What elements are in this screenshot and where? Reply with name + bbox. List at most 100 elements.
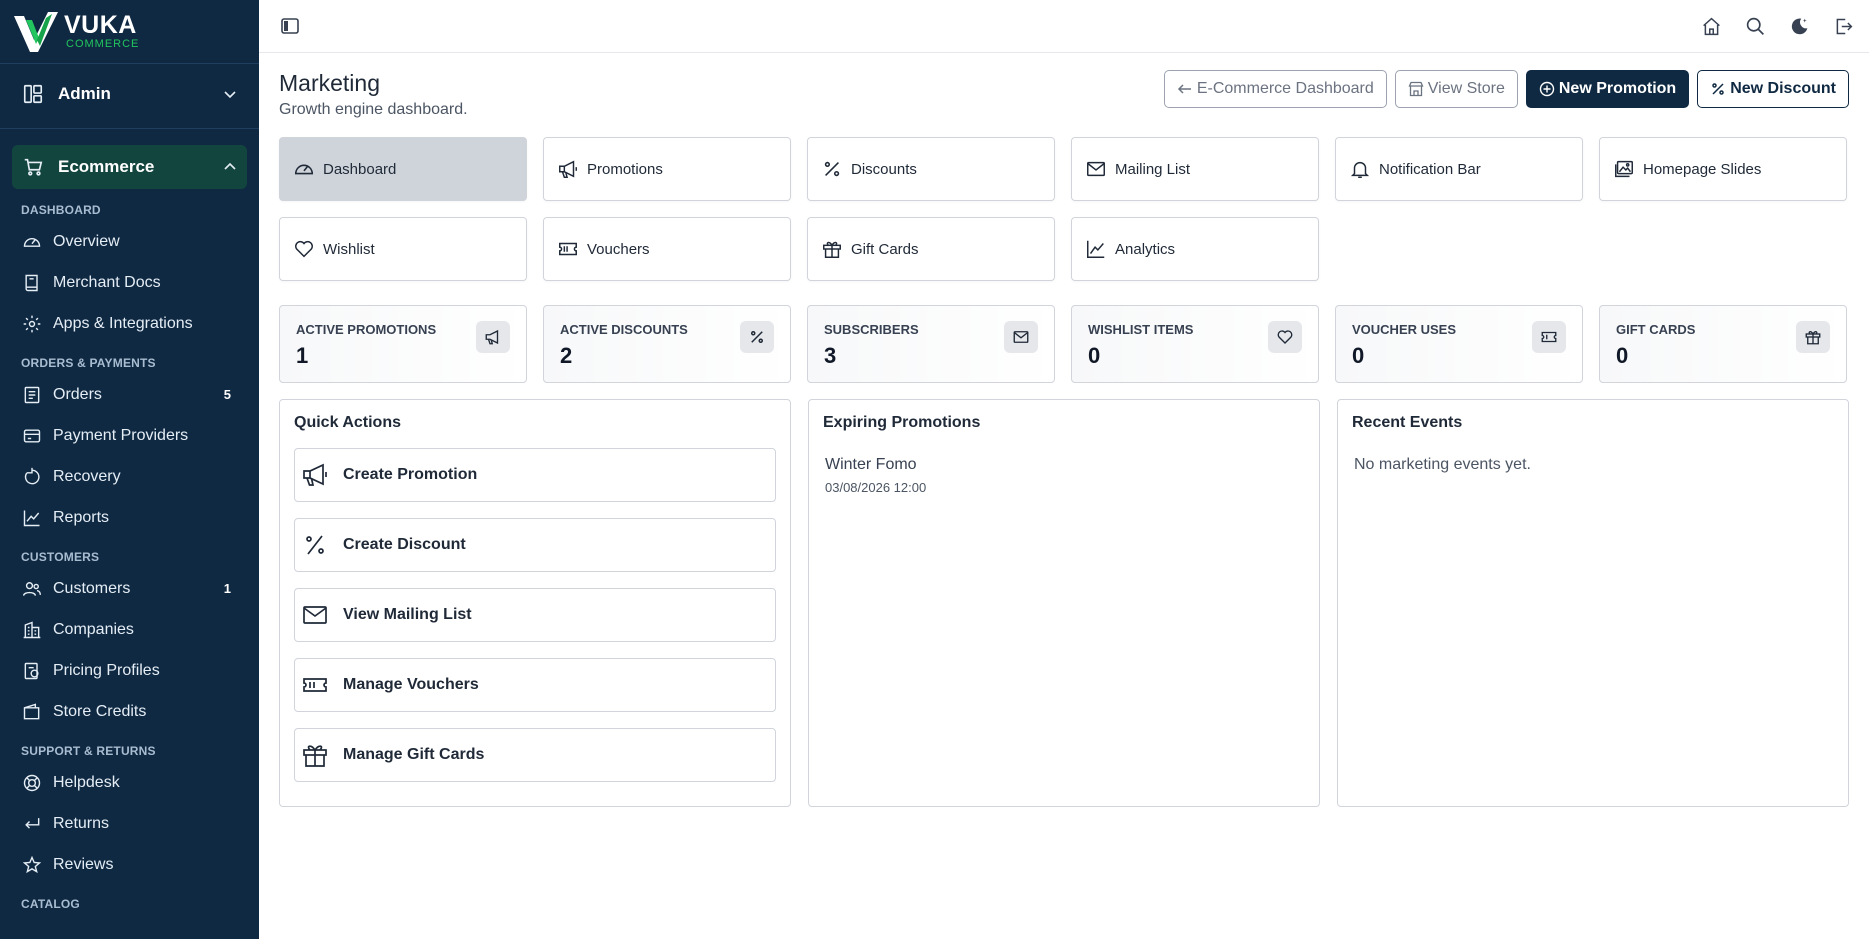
lifebuoy-icon xyxy=(23,774,41,791)
sidebar-item-helpdesk[interactable]: Helpdesk xyxy=(0,762,259,803)
stat-voucher-uses: Voucher Uses 0 xyxy=(1335,305,1583,383)
tab-mailing-list[interactable]: Mailing List xyxy=(1071,137,1319,201)
chevron-down-icon xyxy=(224,91,236,99)
view-mailing-list-button[interactable]: View Mailing List xyxy=(294,588,776,642)
logout-icon xyxy=(1836,18,1852,34)
tab-wishlist[interactable]: Wishlist xyxy=(279,217,527,281)
sidebar-item-apps[interactable]: Apps & Integrations xyxy=(0,303,259,344)
gift-icon xyxy=(823,241,841,258)
list-item[interactable]: Winter Fomo 03/08/2026 12:00 xyxy=(823,456,1305,495)
tab-vouchers[interactable]: Vouchers xyxy=(543,217,791,281)
stats-row: Active Promotions 1 Active Discounts 2 S… xyxy=(279,305,1849,383)
marketing-tabs: Dashboard Promotions Discounts Mailing L… xyxy=(279,137,1849,281)
manage-vouchers-button[interactable]: Manage Vouchers xyxy=(294,658,776,712)
sidebar-item-companies[interactable]: Companies xyxy=(0,609,259,650)
search-button[interactable] xyxy=(1741,12,1769,40)
section-catalog: Catalog xyxy=(21,897,80,911)
sidebar-item-reports[interactable]: Reports xyxy=(0,497,259,538)
new-promotion-button[interactable]: New Promotion xyxy=(1525,70,1690,108)
ecommerce-menu[interactable]: Ecommerce xyxy=(12,145,247,189)
sidebar-item-orders[interactable]: Orders 5 xyxy=(0,374,259,415)
tab-discounts[interactable]: Discounts xyxy=(807,137,1055,201)
sidebar-item-customers[interactable]: Customers 1 xyxy=(0,568,259,609)
receipt-icon xyxy=(24,386,40,403)
sidebar-item-reviews[interactable]: Reviews xyxy=(0,844,259,885)
heart-icon xyxy=(1277,330,1293,344)
home-button[interactable] xyxy=(1697,12,1725,40)
sidebar-item-store-credits[interactable]: Store Credits xyxy=(0,691,259,732)
quick-actions-panel: Quick Actions Create Promotion Create Di… xyxy=(279,399,791,807)
stat-wishlist-items: Wishlist Items 0 xyxy=(1071,305,1319,383)
plus-circle-icon xyxy=(1539,81,1555,97)
gift-icon xyxy=(1805,331,1821,345)
brand-logo[interactable]: VUKA COMMERCE xyxy=(0,0,259,64)
tab-dashboard[interactable]: Dashboard xyxy=(279,137,527,201)
ticket-icon xyxy=(1541,331,1557,343)
ticket-icon xyxy=(559,242,577,256)
expiring-promotions-title: Expiring Promotions xyxy=(823,414,981,431)
gauge-icon xyxy=(23,237,41,247)
percent-icon xyxy=(824,161,840,177)
megaphone-icon xyxy=(485,329,499,345)
sidebar-toggle-icon[interactable] xyxy=(280,16,300,36)
admin-menu[interactable]: Admin xyxy=(12,72,247,116)
sidebar-item-merchant-docs[interactable]: Merchant Docs xyxy=(0,262,259,303)
bell-icon xyxy=(1350,161,1370,178)
tab-promotions[interactable]: Promotions xyxy=(543,137,791,201)
section-orders: Orders & Payments xyxy=(21,356,156,370)
layout-icon xyxy=(23,84,43,104)
sidebar-item-returns[interactable]: Returns xyxy=(0,803,259,844)
gauge-icon xyxy=(294,164,314,175)
tab-analytics[interactable]: Analytics xyxy=(1071,217,1319,281)
theme-toggle-button[interactable] xyxy=(1785,12,1813,40)
envelope-icon xyxy=(1013,331,1029,343)
section-dashboard: Dashboard xyxy=(21,203,101,217)
megaphone-icon xyxy=(303,463,327,486)
search-icon xyxy=(1746,17,1764,35)
moon-icon xyxy=(1791,17,1807,34)
tab-homepage-slides[interactable]: Homepage Slides xyxy=(1599,137,1847,201)
stat-active-discounts: Active Discounts 2 xyxy=(543,305,791,383)
pricing-icon xyxy=(24,662,39,679)
empty-state-text: No marketing events yet. xyxy=(1354,456,1531,473)
chart-icon xyxy=(23,510,40,526)
create-discount-button[interactable]: Create Discount xyxy=(294,518,776,572)
sidebar-item-pricing-profiles[interactable]: Pricing Profiles xyxy=(0,650,259,691)
admin-label: Admin xyxy=(58,84,111,103)
gear-icon xyxy=(23,315,41,332)
building-icon xyxy=(23,620,41,638)
create-promotion-button[interactable]: Create Promotion xyxy=(294,448,776,502)
gift-icon xyxy=(303,745,327,767)
tab-notification-bar[interactable]: Notification Bar xyxy=(1335,137,1583,201)
star-icon xyxy=(22,855,42,873)
sidebar-item-payment-providers[interactable]: Payment Providers xyxy=(0,415,259,456)
refresh-icon xyxy=(24,467,40,484)
brand-sub: COMMERCE xyxy=(66,38,140,50)
sidebar-item-overview[interactable]: Overview xyxy=(0,221,259,262)
customers-count-badge: 1 xyxy=(223,581,231,596)
page-subtitle: Growth engine dashboard. xyxy=(279,101,468,118)
new-discount-button[interactable]: New Discount xyxy=(1697,70,1849,108)
ticket-icon xyxy=(303,678,327,692)
logout-button[interactable] xyxy=(1829,12,1857,40)
view-store-button[interactable]: View Store xyxy=(1394,70,1518,108)
manage-gift-cards-button[interactable]: Manage Gift Cards xyxy=(294,728,776,782)
book-icon xyxy=(25,274,38,291)
topbar xyxy=(259,0,1869,53)
line-chart-icon xyxy=(1087,240,1105,258)
home-icon xyxy=(1702,17,1720,35)
arrow-left-icon xyxy=(1177,84,1191,94)
brand-name: VUKA xyxy=(64,11,137,39)
images-icon xyxy=(1615,160,1633,178)
heart-icon xyxy=(295,240,313,258)
recent-events-title: Recent Events xyxy=(1352,414,1463,431)
stat-active-promotions: Active Promotions 1 xyxy=(279,305,527,383)
quick-actions-title: Quick Actions xyxy=(294,414,401,431)
tab-gift-cards[interactable]: Gift Cards xyxy=(807,217,1055,281)
chevron-up-icon xyxy=(224,162,236,170)
stat-gift-cards: Gift Cards 0 xyxy=(1599,305,1847,383)
ecommerce-dashboard-button[interactable]: E-Commerce Dashboard xyxy=(1163,70,1387,108)
sidebar-item-recovery[interactable]: Recovery xyxy=(0,456,259,497)
percent-icon xyxy=(751,331,763,343)
percent-icon xyxy=(306,535,324,555)
